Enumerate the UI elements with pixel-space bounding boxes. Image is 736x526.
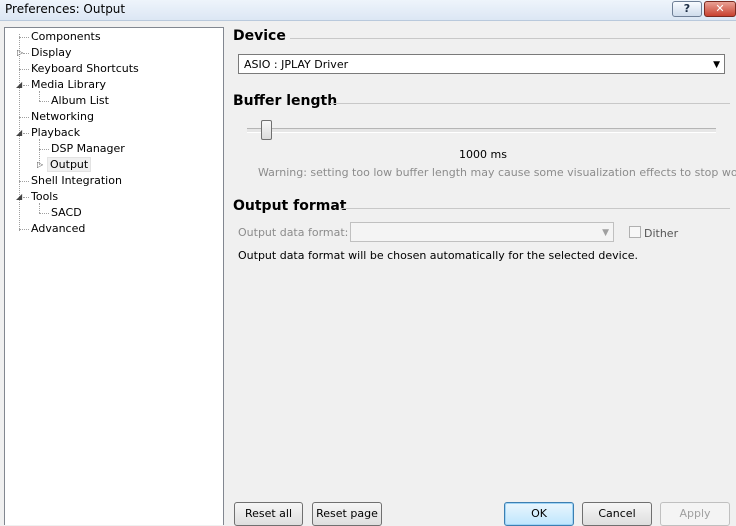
cancel-button[interactable]: Cancel bbox=[582, 502, 652, 526]
buffer-slider-thumb[interactable] bbox=[261, 120, 272, 140]
dither-label: Dither bbox=[644, 227, 679, 240]
tree-item-networking[interactable]: Networking bbox=[29, 109, 96, 125]
window-title: Preferences: Output bbox=[5, 2, 126, 16]
tree-item-label: Networking bbox=[31, 110, 94, 123]
tree-guide-line bbox=[39, 101, 49, 102]
title-bar: Preferences: Output ? ✕ bbox=[0, 0, 736, 21]
tree-item-advanced[interactable]: Advanced bbox=[29, 221, 87, 237]
tree-item-label: SACD bbox=[51, 206, 82, 219]
output-format-label: Output data format: bbox=[238, 226, 349, 239]
tree-item-label: Keyboard Shortcuts bbox=[31, 62, 139, 75]
tree-item-dsp-manager[interactable]: DSP Manager bbox=[49, 141, 127, 157]
output-format-select[interactable]: ▼ bbox=[350, 222, 614, 242]
tree-guide-line bbox=[39, 213, 49, 214]
reset-page-button[interactable]: Reset page bbox=[312, 502, 382, 526]
tree-item-keyboard-shortcuts[interactable]: Keyboard Shortcuts bbox=[29, 61, 141, 77]
dropdown-arrow-icon: ▼ bbox=[713, 60, 720, 70]
apply-button[interactable]: Apply bbox=[660, 502, 730, 526]
collapse-arrow-icon[interactable]: ◢ bbox=[16, 193, 22, 201]
tree-item-playback[interactable]: Playback bbox=[29, 125, 82, 141]
tree-item-media-library[interactable]: Media Library bbox=[29, 77, 108, 93]
tree-guide-line bbox=[19, 117, 29, 118]
tree-item-label: Album List bbox=[51, 94, 109, 107]
tree-item-album-list[interactable]: Album List bbox=[49, 93, 111, 109]
ok-button[interactable]: OK bbox=[504, 502, 574, 526]
buffer-value-label: 1000 ms bbox=[459, 148, 507, 161]
section-divider bbox=[290, 38, 730, 39]
tree-item-components[interactable]: Components bbox=[29, 29, 103, 45]
tree-item-sacd[interactable]: SACD bbox=[49, 205, 84, 221]
tree-item-display[interactable]: Display bbox=[29, 45, 74, 61]
tree-guide-line bbox=[19, 69, 29, 70]
device-section-title: Device bbox=[233, 28, 286, 44]
tree-item-label: Shell Integration bbox=[31, 174, 122, 187]
tree-item-label: Media Library bbox=[31, 78, 106, 91]
collapse-arrow-icon[interactable]: ◢ bbox=[16, 129, 22, 137]
close-button[interactable]: ✕ bbox=[704, 1, 736, 17]
tree-item-label: Components bbox=[31, 30, 101, 43]
buffer-section-title: Buffer length bbox=[233, 93, 338, 109]
tree-item-label: Advanced bbox=[31, 222, 86, 235]
tree-guide-line bbox=[19, 229, 29, 230]
tree-item-label: Display bbox=[31, 46, 72, 59]
dither-checkbox[interactable] bbox=[629, 226, 641, 238]
tree-item-label: DSP Manager bbox=[51, 142, 125, 155]
device-select[interactable]: ASIO : JPLAY Driver ▼ bbox=[238, 54, 725, 74]
output-format-note: Output data format will be chosen automa… bbox=[238, 249, 639, 262]
preferences-tree: Components ▷ Display Keyboard Shortcuts … bbox=[4, 27, 224, 525]
output-format-section-title: Output format bbox=[233, 198, 347, 214]
buffer-slider-track[interactable] bbox=[247, 128, 716, 133]
dropdown-arrow-icon: ▼ bbox=[602, 228, 609, 238]
reset-all-button[interactable]: Reset all bbox=[234, 502, 303, 526]
tree-item-tools[interactable]: Tools bbox=[29, 189, 60, 205]
tree-guide-line bbox=[19, 37, 29, 38]
collapse-arrow-icon[interactable]: ◢ bbox=[16, 81, 22, 89]
tree-guide-line bbox=[39, 149, 49, 150]
tree-item-shell-integration[interactable]: Shell Integration bbox=[29, 173, 124, 189]
tree-item-output[interactable]: Output bbox=[47, 157, 92, 173]
section-divider bbox=[330, 103, 730, 104]
device-select-value: ASIO : JPLAY Driver bbox=[244, 58, 349, 71]
tree-item-label: Playback bbox=[31, 126, 81, 139]
tree-guide-line bbox=[19, 181, 29, 182]
buffer-warning-text: Warning: setting too low buffer length m… bbox=[258, 166, 736, 179]
tree-item-label: Output bbox=[47, 157, 92, 172]
help-button[interactable]: ? bbox=[672, 1, 702, 17]
tree-item-label: Tools bbox=[31, 190, 59, 203]
section-divider bbox=[340, 208, 730, 209]
expand-arrow-icon[interactable]: ▷ bbox=[37, 161, 43, 169]
